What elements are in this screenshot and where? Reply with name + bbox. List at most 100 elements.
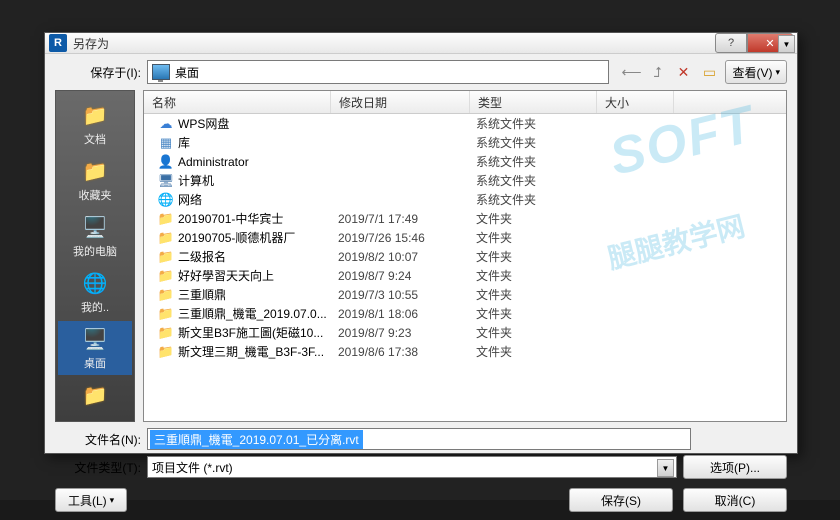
file-date: 2019/7/1 17:49 xyxy=(330,212,468,226)
col-type[interactable]: 类型 xyxy=(470,91,597,113)
file-type: 文件夹 xyxy=(468,210,594,227)
help-button[interactable]: ? xyxy=(715,33,747,53)
folder-icon: 📁 xyxy=(158,287,174,303)
sidebar-item-label: 我的电脑 xyxy=(73,243,117,259)
file-list: SOFT 腿腿教学网 名称 修改日期 类型 大小 ☁WPS网盘系统文件夹▦库系统… xyxy=(143,90,787,422)
file-date: 2019/7/26 15:46 xyxy=(330,231,468,245)
tools-button[interactable]: 工具(L) ▾ xyxy=(55,488,127,512)
sidebar-item-mycomputer[interactable]: 🖥️ 我的电脑 xyxy=(58,209,132,263)
file-name: 库 xyxy=(178,134,190,151)
sidebar-item-desktop[interactable]: 🖥️ 桌面 xyxy=(58,321,132,375)
options-button[interactable]: 选项(P)... xyxy=(683,455,787,479)
folder-icon: 📁 xyxy=(79,381,111,409)
cancel-button[interactable]: 取消(C) xyxy=(683,488,787,512)
file-row[interactable]: ▦库 系统文件夹 xyxy=(144,133,786,152)
file-row[interactable]: 📁斯文理三期_機電_B3F-3F... 2019/8/6 17:38文件夹 xyxy=(144,342,786,361)
sidebar-item-label: 桌面 xyxy=(84,355,106,371)
dialog-body: 保存于(I): 桌面 ▼ ⟵ ⮥ ✕ ▭ 查看(V) ▾ 📁 xyxy=(45,54,797,520)
desktop-icon: 🖥️ xyxy=(79,325,111,353)
sidebar-item-label: 我的.. xyxy=(81,299,109,315)
file-name: 三重順鼎_機電_2019.07.0... xyxy=(178,305,327,322)
sidebar-item-more[interactable]: 📁 xyxy=(58,377,132,415)
file-row[interactable]: 📁二级报名2019/8/2 10:07文件夹 xyxy=(144,247,786,266)
col-date[interactable]: 修改日期 xyxy=(331,91,470,113)
up-icon[interactable]: ⮥ xyxy=(647,62,667,82)
file-name: 斯文里B3F施工圖(矩磁10... xyxy=(178,324,323,341)
file-type: 系统文件夹 xyxy=(468,172,594,189)
file-row[interactable]: 📁斯文里B3F施工圖(矩磁10... 2019/8/7 9:23文件夹 xyxy=(144,323,786,342)
sidebar-item-network[interactable]: 🌐 我的.. xyxy=(58,265,132,319)
file-date: 2019/8/6 17:38 xyxy=(330,345,468,359)
view-label: 查看(V) xyxy=(732,64,772,81)
file-type: 系统文件夹 xyxy=(468,134,594,151)
desktop-icon xyxy=(152,64,170,80)
folder-icon: 📁 xyxy=(158,344,174,360)
chevron-down-icon[interactable]: ▼ xyxy=(778,35,795,53)
save-button[interactable]: 保存(S) xyxy=(569,488,673,512)
sidebar-item-label: 文档 xyxy=(84,131,106,147)
file-row[interactable]: 📁20190705-顺德机器厂2019/7/26 15:46文件夹 xyxy=(144,228,786,247)
sidebar-item-favorites[interactable]: 📁 收藏夹 xyxy=(58,153,132,207)
file-row[interactable]: 📁三重順鼎 2019/7/3 10:55文件夹 xyxy=(144,285,786,304)
delete-icon[interactable]: ✕ xyxy=(673,62,693,82)
new-folder-icon[interactable]: ▭ xyxy=(699,62,719,82)
filename-label: 文件名(N): xyxy=(55,431,141,448)
file-type: 文件夹 xyxy=(468,229,594,246)
file-date: 2019/8/7 9:23 xyxy=(330,326,468,340)
file-row[interactable]: 🖥计算机系统文件夹 xyxy=(144,171,786,190)
network-icon: 🌐 xyxy=(79,269,111,297)
file-name: 网络 xyxy=(178,191,202,208)
location-row: 保存于(I): 桌面 ▼ ⟵ ⮥ ✕ ▭ 查看(V) ▾ xyxy=(55,60,787,84)
file-list-body[interactable]: ☁WPS网盘系统文件夹▦库系统文件夹👤Administrator系统文件夹🖥计算… xyxy=(144,114,786,421)
folder-icon: 📁 xyxy=(158,211,174,227)
file-name: WPS网盘 xyxy=(178,115,229,132)
favorites-icon: 📁 xyxy=(79,157,111,185)
view-button[interactable]: 查看(V) ▾ xyxy=(725,60,787,84)
file-row[interactable]: 👤Administrator系统文件夹 xyxy=(144,152,786,171)
folder-icon: 📁 xyxy=(158,306,174,322)
chevron-down-icon: ▾ xyxy=(775,67,780,78)
file-date: 2019/7/3 10:55 xyxy=(330,288,468,302)
net-icon: 🌐 xyxy=(158,192,174,208)
filename-input[interactable]: 三重順鼎_機電_2019.07.01_已分离.rvt ▼ xyxy=(147,428,691,450)
file-type: 文件夹 xyxy=(468,286,594,303)
col-size[interactable]: 大小 xyxy=(597,91,674,113)
file-type: 文件夹 xyxy=(468,343,594,360)
file-date: 2019/8/1 18:06 xyxy=(330,307,468,321)
file-name: 好好學習天天向上 xyxy=(178,267,274,284)
location-toolbar: ⟵ ⮥ ✕ ▭ 查看(V) ▾ xyxy=(621,60,787,84)
file-name: 三重順鼎 xyxy=(178,286,226,303)
file-type: 系统文件夹 xyxy=(468,191,594,208)
location-combo[interactable]: 桌面 ▼ xyxy=(147,60,609,84)
file-name: 斯文理三期_機電_B3F-3F... xyxy=(178,343,324,360)
file-row[interactable]: 📁20190701-中华宾士2019/7/1 17:49文件夹 xyxy=(144,209,786,228)
titlebar: R 另存为 ? ✕ xyxy=(45,33,797,54)
lib-icon: ▦ xyxy=(158,135,174,151)
file-row[interactable]: 📁好好學習天天向上2019/8/7 9:24文件夹 xyxy=(144,266,786,285)
file-type: 系统文件夹 xyxy=(468,153,594,170)
location-value: 桌面 xyxy=(175,64,199,81)
col-name[interactable]: 名称 xyxy=(144,91,331,113)
file-row[interactable]: 🌐网络 系统文件夹 xyxy=(144,190,786,209)
folder-icon: 📁 xyxy=(158,268,174,284)
back-icon[interactable]: ⟵ xyxy=(621,62,641,82)
filename-value: 三重順鼎_機電_2019.07.01_已分离.rvt xyxy=(150,430,363,449)
save-as-dialog: R 另存为 ? ✕ 保存于(I): 桌面 ▼ ⟵ ⮥ ✕ ▭ 查看(V) ▾ xyxy=(44,32,798,454)
folder-icon: 📁 xyxy=(158,230,174,246)
file-type: 文件夹 xyxy=(468,305,594,322)
file-row[interactable]: 📁三重順鼎_機電_2019.07.0...2019/8/1 18:06文件夹 xyxy=(144,304,786,323)
file-date: 2019/8/2 10:07 xyxy=(330,250,468,264)
cancel-label: 取消(C) xyxy=(715,492,756,509)
filetype-combo[interactable]: 项目文件 (*.rvt) ▼ xyxy=(147,456,677,478)
folder-icon: 📁 xyxy=(158,325,174,341)
file-date: 2019/8/7 9:24 xyxy=(330,269,468,283)
places-sidebar: 📁 文档 📁 收藏夹 🖥️ 我的电脑 🌐 我的.. 🖥️ 桌面 xyxy=(55,90,135,422)
file-type: 文件夹 xyxy=(468,248,594,265)
bottom-area: 文件名(N): 三重順鼎_機電_2019.07.01_已分离.rvt ▼ 文件类… xyxy=(55,428,787,512)
save-label: 保存(S) xyxy=(601,492,641,509)
file-type: 系统文件夹 xyxy=(468,115,594,132)
file-row[interactable]: ☁WPS网盘系统文件夹 xyxy=(144,114,786,133)
file-type: 文件夹 xyxy=(468,324,594,341)
chevron-down-icon[interactable]: ▼ xyxy=(657,459,674,477)
sidebar-item-documents[interactable]: 📁 文档 xyxy=(58,97,132,151)
